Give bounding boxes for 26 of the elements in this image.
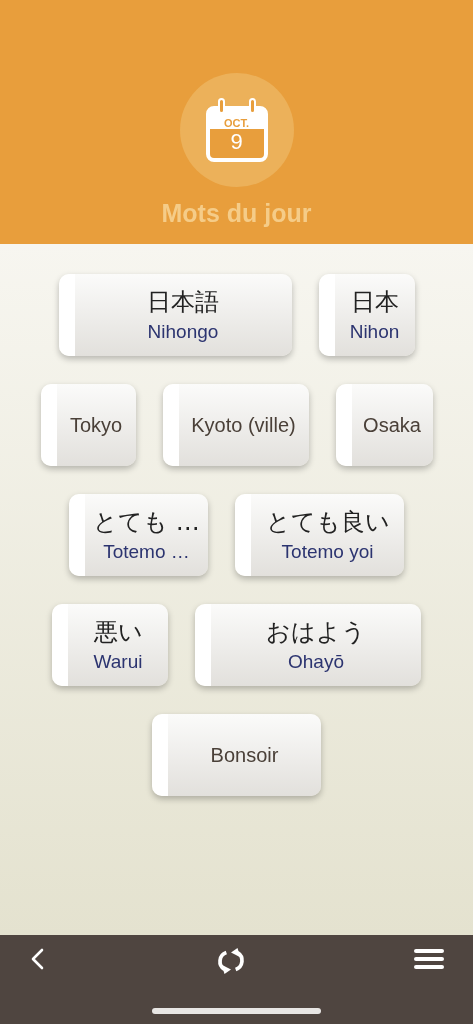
calendar-day: 9 <box>230 130 243 154</box>
page-title: Mots du jour <box>161 199 312 228</box>
word-card[interactable]: Osaka <box>335 384 433 466</box>
word-card[interactable]: とても良い Totemo yoi <box>235 494 404 576</box>
calendar-month: OCT. <box>223 117 250 129</box>
japanese-word: 日本語 <box>147 287 219 317</box>
romaji-word: Warui <box>93 651 143 673</box>
word-card[interactable]: おはよう Ohayō <box>195 604 421 686</box>
japanese-word: 悪い <box>93 617 143 647</box>
romaji-word: Ohayō <box>288 651 344 673</box>
japanese-word: 日本 <box>350 287 399 317</box>
romaji-word: Nihongo <box>147 321 219 343</box>
word-card[interactable]: Bonsoir <box>152 714 321 796</box>
japanese-word: おはよう <box>266 617 366 647</box>
romaji-word: Nihon <box>349 321 400 343</box>
japanese-word: とても良い <box>265 507 390 537</box>
word-card[interactable]: Tokyo <box>40 384 136 466</box>
word-card[interactable]: Kyoto (ville) <box>162 384 309 466</box>
romaji-word: Totemo yoi <box>281 541 374 563</box>
menu-icon[interactable] <box>413 947 445 971</box>
japanese-word: とても … <box>93 507 200 537</box>
word-card[interactable]: 日本 Nihon <box>318 274 415 356</box>
word-card[interactable]: とても … Totemo … <box>69 494 208 576</box>
word-card[interactable]: 悪い Warui <box>52 604 168 686</box>
word-card[interactable]: 日本語 Nihongo <box>58 274 292 356</box>
romaji-word: Totemo … <box>103 541 190 563</box>
